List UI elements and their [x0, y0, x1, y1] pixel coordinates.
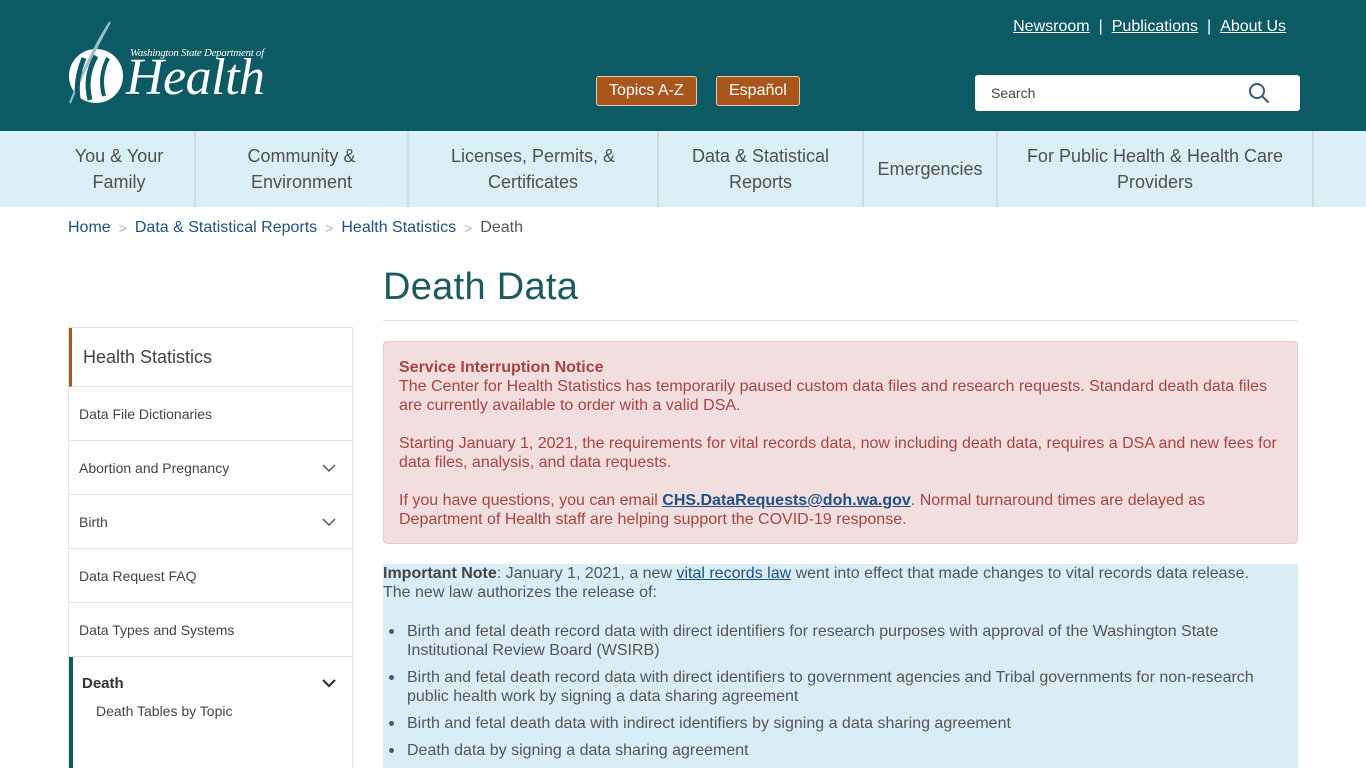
alert-text: If you have questions, you can email: [399, 492, 663, 509]
sidebar-item-birth[interactable]: Birth: [69, 495, 352, 549]
sidebar-item-death: Death Death Tables by Topic: [69, 657, 352, 768]
breadcrumb-data-statistical-reports[interactable]: Data & Statistical Reports: [135, 219, 317, 237]
sidebar-nav: Health Statistics Data File Dictionaries…: [68, 327, 353, 768]
breadcrumb-current: Death: [480, 219, 523, 236]
email-link[interactable]: CHS.DataRequests@doh.wa.gov: [662, 492, 911, 509]
chevron-down-icon[interactable]: [322, 517, 336, 527]
nav-item-community-environment[interactable]: Community & Environment: [196, 131, 409, 207]
site-header: Washington State Department of Health Ne…: [0, 0, 1366, 131]
nav-label: For Public Health & Health Care Provider…: [1026, 146, 1284, 192]
search-box: [975, 75, 1300, 111]
sidebar-heading[interactable]: Health Statistics: [69, 328, 352, 387]
nav-item-you-and-your-family[interactable]: You & Your Family: [0, 131, 196, 207]
nav-label: Emergencies: [877, 159, 983, 179]
nav-label: Licenses, Permits, & Certificates: [450, 146, 616, 192]
espanol-button[interactable]: Español: [716, 76, 800, 106]
nav-label: You & Your Family: [74, 146, 164, 192]
nav-item-public-health-providers[interactable]: For Public Health & Health Care Provider…: [998, 131, 1314, 207]
list-item: Birth and fetal death data with indirect…: [389, 714, 1274, 733]
sidebar-item-abortion-pregnancy[interactable]: Abortion and Pregnancy: [69, 441, 352, 495]
main-nav: You & Your Family Community & Environmen…: [0, 131, 1366, 207]
service-interruption-alert: Service Interruption Notice The Center f…: [383, 341, 1298, 544]
title-divider: [383, 320, 1298, 321]
list-item: Birth and fetal death record data with d…: [389, 668, 1274, 706]
sidebar-item-label: Birth: [79, 513, 108, 530]
important-note-paragraph: Important Note: January 1, 2021, a new v…: [383, 564, 1274, 602]
alert-paragraph: The Center for Health Statistics has tem…: [399, 378, 1268, 414]
alert-paragraph: Starting January 1, 2021, the requiremen…: [399, 435, 1277, 471]
nav-item-emergencies[interactable]: Emergencies: [864, 131, 998, 207]
logo-title: Health: [126, 49, 265, 106]
breadcrumb: Home > Data & Statistical Reports > Heal…: [68, 219, 523, 237]
nav-item-licenses-permits[interactable]: Licenses, Permits, & Certificates: [409, 131, 659, 207]
search-icon[interactable]: [1248, 82, 1270, 104]
link-separator: |: [1207, 18, 1212, 35]
feather-logo-icon: [69, 21, 123, 104]
sidebar-item-label: Death: [82, 674, 124, 692]
newsroom-link[interactable]: Newsroom: [1013, 18, 1089, 36]
chevron-right-icon: >: [325, 220, 334, 236]
doh-logo[interactable]: Washington State Department of Health: [66, 18, 265, 108]
important-note-label: Important Note: [383, 565, 497, 582]
list-item: Birth and fetal death record data with d…: [389, 622, 1274, 660]
sidebar-item-label: Data Request FAQ: [79, 567, 197, 584]
sidebar-item-data-types-systems[interactable]: Data Types and Systems: [69, 603, 352, 657]
sidebar-item-data-file-dictionaries[interactable]: Data File Dictionaries: [69, 387, 352, 441]
topics-a-z-button[interactable]: Topics A-Z: [596, 76, 697, 106]
page-title: Death Data: [383, 266, 579, 308]
sidebar-item-label: Data File Dictionaries: [79, 405, 213, 422]
utility-links: Newsroom | Publications | About Us: [1013, 18, 1286, 36]
breadcrumb-health-statistics[interactable]: Health Statistics: [341, 219, 456, 237]
chevron-down-icon[interactable]: [322, 463, 336, 473]
alert-paragraph: If you have questions, you can email CHS…: [399, 491, 1282, 529]
sidebar-active-row[interactable]: Death: [73, 657, 352, 709]
sidebar-item-data-request-faq[interactable]: Data Request FAQ: [69, 549, 352, 603]
publications-link[interactable]: Publications: [1112, 18, 1198, 36]
chevron-right-icon: >: [118, 220, 127, 236]
search-input[interactable]: [991, 75, 1241, 111]
breadcrumb-home[interactable]: Home: [68, 219, 111, 237]
vital-records-law-link[interactable]: vital records law: [676, 565, 791, 582]
nav-label: Community & Environment: [247, 146, 356, 192]
alert-heading: Service Interruption Notice: [399, 359, 604, 376]
important-note-box: Important Note: January 1, 2021, a new v…: [383, 564, 1298, 768]
about-us-link[interactable]: About Us: [1220, 18, 1286, 36]
sidebar-item-label: Data Types and Systems: [79, 621, 235, 638]
chevron-down-icon[interactable]: [322, 678, 336, 688]
sidebar-subitem-death-tables[interactable]: Death Tables by Topic: [73, 703, 352, 719]
release-list: Birth and fetal death record data with d…: [389, 622, 1274, 760]
list-item: Death data by signing a data sharing agr…: [389, 741, 1274, 760]
nav-item-data-statistical-reports[interactable]: Data & Statistical Reports: [659, 131, 864, 207]
chevron-right-icon: >: [464, 220, 473, 236]
sidebar-item-label: Abortion and Pregnancy: [79, 459, 230, 476]
nav-label: Data & Statistical Reports: [691, 146, 830, 192]
link-separator: |: [1098, 18, 1103, 35]
note-text: : January 1, 2021, a new: [496, 565, 677, 582]
